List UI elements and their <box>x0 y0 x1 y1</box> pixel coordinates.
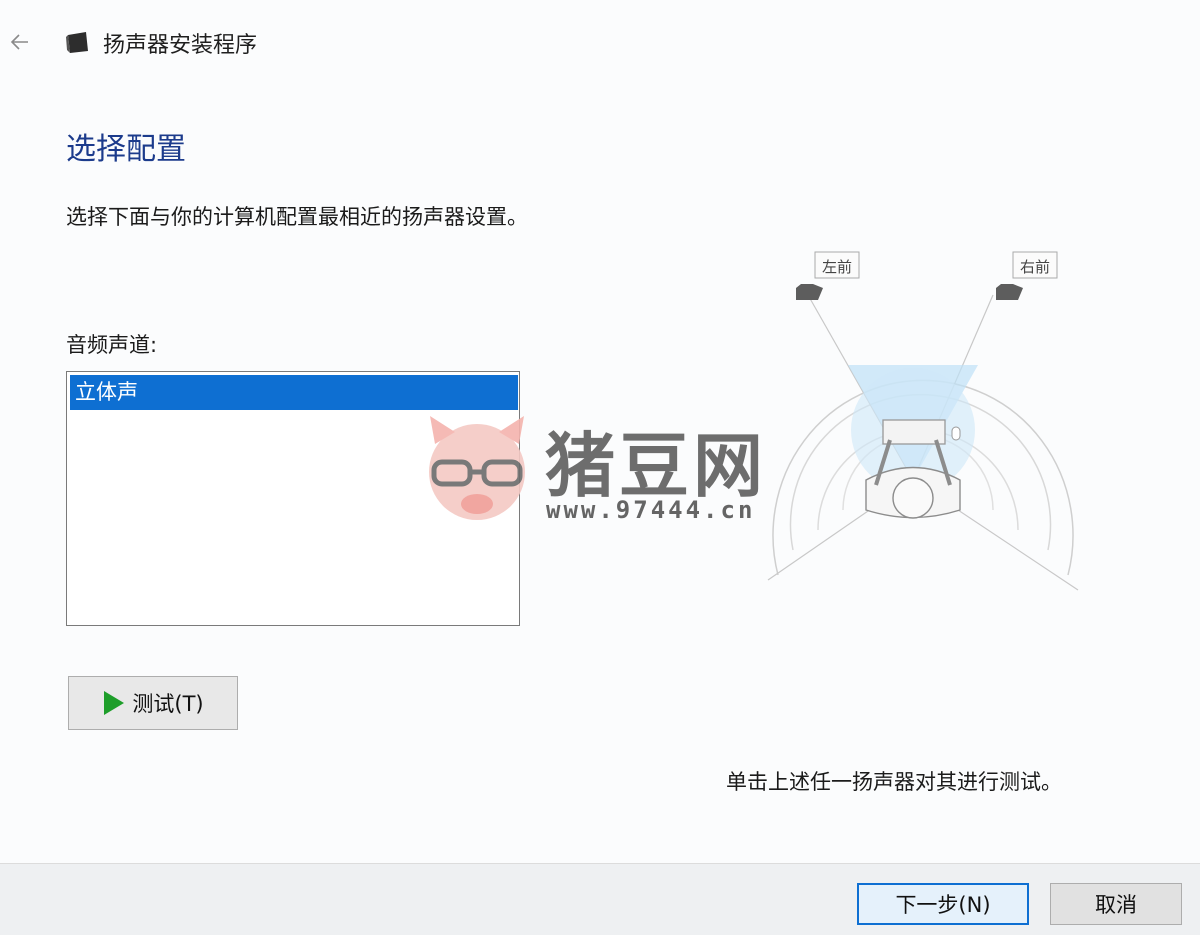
right-front-speaker[interactable]: 右前 <box>996 251 1058 300</box>
back-button[interactable] <box>4 26 36 58</box>
cancel-button[interactable]: 取消 <box>1050 883 1182 925</box>
pig-logo-icon <box>429 416 525 520</box>
list-item-stereo[interactable]: 立体声 <box>70 375 518 410</box>
right-front-label: 右前 <box>1020 258 1050 276</box>
back-arrow-icon <box>10 34 28 50</box>
left-front-speaker[interactable]: 左前 <box>796 251 860 300</box>
channel-label: 音频声道: <box>66 333 158 357</box>
instruction-text: 选择下面与你的计算机配置最相近的扬声器设置。 <box>66 205 528 229</box>
hint-text: 单击上述任一扬声器对其进行测试。 <box>726 770 1062 794</box>
speaker-icon <box>66 32 88 53</box>
speaker-diagram: 左前 右前 <box>738 240 1088 600</box>
next-button[interactable]: 下一步(N) <box>857 883 1029 925</box>
title-bar: 扬声器安装程序 <box>0 0 1200 86</box>
watermark-url: www.97444.cn <box>546 496 756 524</box>
page-heading: 选择配置 <box>66 132 186 167</box>
watermark: 猪豆网 www.97444.cn <box>420 410 790 530</box>
window-title: 扬声器安装程序 <box>103 33 258 58</box>
test-button-label: 测试(T) <box>132 692 204 716</box>
test-button[interactable]: 测试(T) <box>68 676 238 730</box>
play-icon <box>104 691 125 715</box>
left-front-label: 左前 <box>822 258 852 276</box>
